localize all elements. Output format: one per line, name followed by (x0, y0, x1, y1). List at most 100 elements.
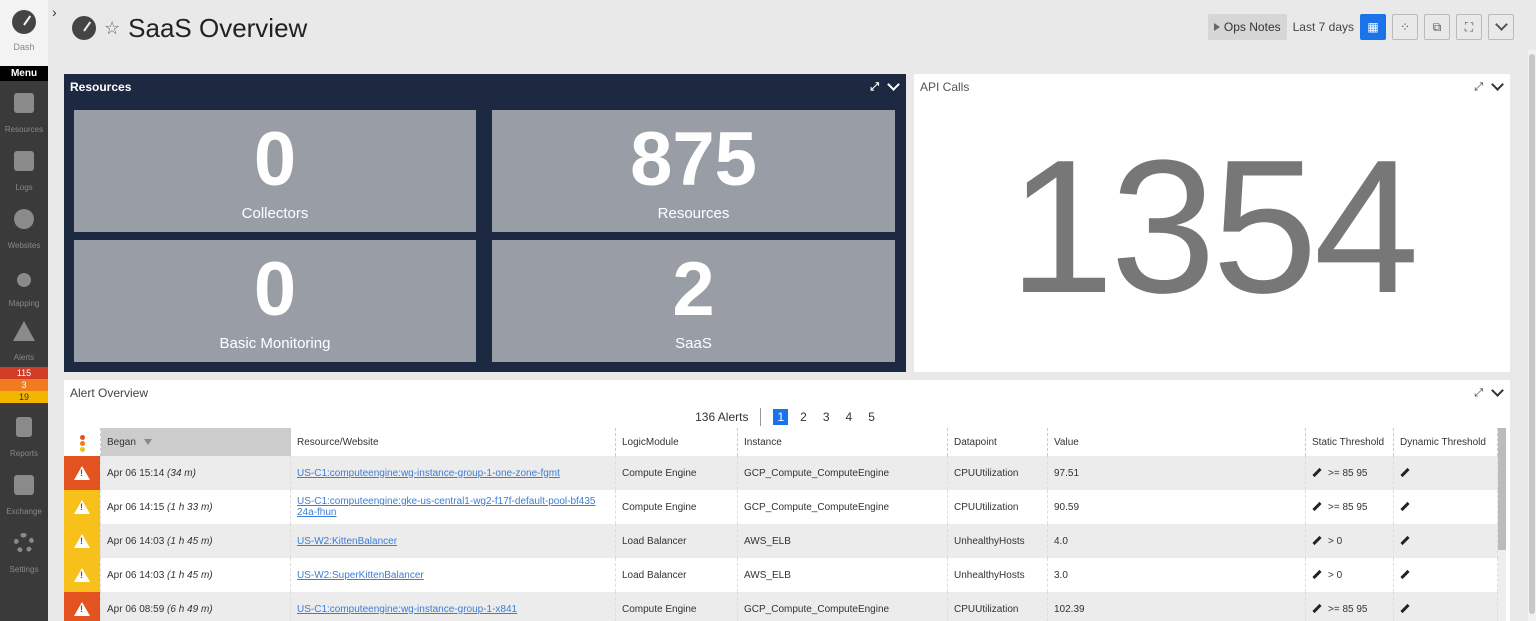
edit-pencil-icon[interactable] (1312, 604, 1322, 614)
edit-pencil-icon[interactable] (1312, 502, 1322, 512)
nav-item-reports[interactable]: Reports (0, 403, 48, 463)
resource-link[interactable]: US-C1:computeengine:wg-instance-group-1-… (297, 468, 560, 479)
static-threshold-cell[interactable]: >= 85 95 (1305, 592, 1394, 621)
resource-column-header[interactable]: Resource/Website (290, 428, 616, 456)
began-column-header[interactable]: Began (100, 428, 291, 456)
resource-link[interactable]: US-C1:computeengine:wg-instance-group-1-… (297, 604, 517, 615)
table-scrollbar[interactable] (1498, 428, 1506, 621)
edit-pencil-icon[interactable] (1400, 570, 1410, 580)
tile-value: 0 (253, 117, 297, 202)
page-scrollbar[interactable] (1528, 50, 1536, 621)
resource-link[interactable]: US-W2:SuperKittenBalancer (297, 570, 424, 581)
dynamic-threshold-column-header[interactable]: Dynamic Threshold (1393, 428, 1498, 456)
chevron-down-icon[interactable] (1491, 78, 1504, 91)
severity-column-header[interactable] (64, 428, 101, 456)
table-row[interactable]: Apr 06 14:03 (1 h 45 m) US-W2:KittenBala… (64, 524, 1498, 558)
critical-alert-count[interactable]: 115 (0, 367, 48, 379)
edit-pencil-icon[interactable] (1400, 604, 1410, 614)
began-cell: Apr 06 15:14 (34 m) (100, 456, 291, 490)
more-options-button[interactable] (1488, 14, 1514, 40)
edit-pencil-icon[interactable] (1312, 468, 1322, 478)
edit-pencil-icon[interactable] (1312, 536, 1322, 546)
edit-pencil-icon[interactable] (1312, 570, 1322, 580)
page-3-link[interactable]: 3 (819, 409, 834, 425)
edit-pencil-icon[interactable] (1400, 468, 1410, 478)
calendar-button[interactable]: ▦ (1360, 14, 1386, 40)
widget-title: Alert Overview (70, 386, 149, 400)
instance-column-header[interactable]: Instance (737, 428, 948, 456)
page-1-link[interactable]: 1 (773, 409, 789, 425)
tokens-button[interactable]: ⁘ (1392, 14, 1418, 40)
expand-icon[interactable]: ⤢ (1474, 81, 1483, 94)
error-alert-count[interactable]: 3 (0, 379, 48, 391)
clone-button[interactable]: ⧉ (1424, 14, 1450, 40)
tile-label: Basic Monitoring (219, 335, 331, 352)
dynamic-threshold-cell[interactable] (1393, 592, 1498, 621)
nav-collapse-toggle[interactable]: › (52, 4, 57, 20)
favorite-star-icon[interactable]: ☆ (104, 18, 120, 39)
warning-alert-count[interactable]: 19 (0, 391, 48, 403)
ops-notes-button[interactable]: Ops Notes (1207, 14, 1287, 40)
divider (760, 408, 762, 426)
nav-item-exchange[interactable]: Exchange (0, 463, 48, 521)
static-threshold-column-header[interactable]: Static Threshold (1305, 428, 1394, 456)
value-column-header[interactable]: Value (1047, 428, 1306, 456)
nav-item-resources[interactable]: Resources (0, 81, 48, 139)
critical-severity-icon (64, 456, 100, 490)
expand-icon[interactable]: ⤢ (1474, 387, 1483, 400)
dynamic-threshold-cell[interactable] (1393, 524, 1498, 558)
nav-item-logs[interactable]: Logs (0, 139, 48, 197)
resource-link[interactable]: US-W2:KittenBalancer (297, 536, 397, 547)
nav-item-label: Logs (15, 183, 33, 192)
nav-item-settings[interactable]: Settings (0, 521, 48, 579)
table-row[interactable]: Apr 06 14:15 (1 h 33 m) US-C1:computeeng… (64, 490, 1498, 524)
expand-icon[interactable]: ⤢ (870, 81, 879, 94)
chevron-down-icon[interactable] (1491, 384, 1504, 397)
static-threshold-cell[interactable]: > 0 (1305, 524, 1394, 558)
edit-pencil-icon[interactable] (1400, 502, 1410, 512)
instance-cell: GCP_Compute_ComputeEngine (737, 592, 948, 621)
value-cell: 90.59 (1047, 490, 1306, 524)
static-threshold-cell[interactable]: > 0 (1305, 558, 1394, 592)
dynamic-threshold-cell[interactable] (1393, 456, 1498, 490)
page-2-link[interactable]: 2 (796, 409, 811, 425)
edit-pencil-icon[interactable] (1400, 536, 1410, 546)
page-4-link[interactable]: 4 (842, 409, 857, 425)
resource-link[interactable]: US-C1:computeengine:gke-us-central1-wg2-… (297, 496, 597, 518)
nav-item-mapping[interactable]: Mapping (0, 255, 48, 313)
logicmodule-column-header[interactable]: LogicModule (615, 428, 738, 456)
time-range-label[interactable]: Last 7 days (1293, 20, 1354, 34)
fullscreen-button[interactable]: ⛶ (1456, 14, 1482, 40)
nav-item-dash[interactable]: Dash (0, 0, 48, 66)
logicmodule-cell: Compute Engine (615, 456, 738, 490)
scroll-thumb[interactable] (1529, 54, 1535, 614)
basic-monitoring-tile[interactable]: 0 Basic Monitoring (74, 240, 476, 362)
dynamic-threshold-cell[interactable] (1393, 558, 1498, 592)
nav-item-label: Settings (9, 565, 39, 574)
dynamic-threshold-cell[interactable] (1393, 490, 1498, 524)
scroll-thumb[interactable] (1498, 428, 1506, 550)
datapoint-column-header[interactable]: Datapoint (947, 428, 1048, 456)
resources-icon (14, 93, 34, 113)
calendar-icon: ▦ (1367, 20, 1379, 34)
websites-icon (14, 209, 34, 229)
chevron-down-icon (1494, 18, 1508, 31)
table-row[interactable]: Apr 06 15:14 (34 m) US-C1:computeengine:… (64, 456, 1498, 490)
table-row[interactable]: Apr 06 14:03 (1 h 45 m) US-W2:SuperKitte… (64, 558, 1498, 592)
saas-tile[interactable]: 2 SaaS (492, 240, 895, 362)
page-header: ☆ SaaS Overview (72, 10, 307, 46)
chevron-down-icon[interactable] (887, 78, 900, 91)
datapoint-cell: UnhealthyHosts (947, 558, 1048, 592)
page-5-link[interactable]: 5 (864, 409, 879, 425)
settings-icon (14, 533, 34, 553)
collectors-tile[interactable]: 0 Collectors (74, 110, 476, 232)
nav-item-label: Websites (7, 241, 41, 250)
resources-tile[interactable]: 875 Resources (492, 110, 895, 232)
static-threshold-cell[interactable]: >= 85 95 (1305, 490, 1394, 524)
table-row[interactable]: Apr 06 08:59 (6 h 49 m) US-C1:computeeng… (64, 592, 1498, 621)
nav-item-websites[interactable]: Websites (0, 197, 48, 255)
static-threshold-cell[interactable]: >= 85 95 (1305, 456, 1394, 490)
value-cell: 97.51 (1047, 456, 1306, 490)
nav-item-alerts[interactable]: Alerts (0, 313, 48, 367)
nav-menu-button[interactable]: Menu (0, 66, 48, 81)
